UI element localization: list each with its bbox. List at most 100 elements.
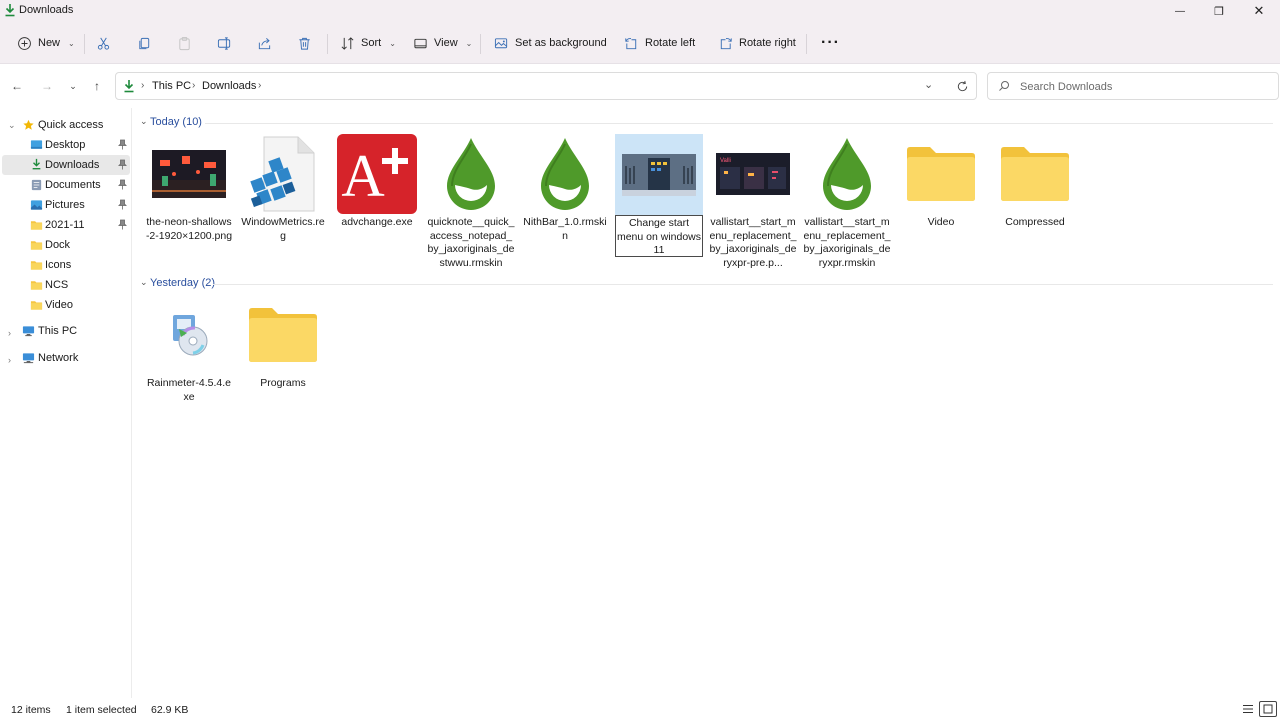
close-button[interactable]: ✕ (1239, 0, 1279, 22)
chevron-down-icon: ⌄ (389, 38, 396, 48)
folder-icon (907, 147, 975, 201)
chevron-down-icon: ⌄ (465, 38, 473, 48)
share-button[interactable] (257, 32, 272, 54)
sidebar-item-video[interactable]: Video (2, 295, 130, 315)
back-button[interactable]: ← (7, 76, 27, 96)
image-thumbnail-icon (152, 150, 226, 198)
pin-icon[interactable] (118, 179, 127, 190)
copy-button[interactable] (137, 32, 152, 54)
more-icon: ··· (821, 34, 840, 51)
file-item[interactable]: vallistart__start_menu_replacement_by_ja… (803, 134, 891, 274)
item-count: 12 items (11, 704, 51, 716)
file-thumbnail (901, 134, 981, 214)
file-item[interactable]: WindowMetrics.reg (239, 134, 327, 274)
svg-text:A: A (341, 143, 384, 209)
group-label: Yesterday (2) (150, 277, 216, 289)
address-bar[interactable]: › This PC › Downloads › ⌄ (115, 72, 977, 100)
more-options-button[interactable]: ··· (821, 32, 840, 54)
large-icons-view-button[interactable] (1259, 701, 1277, 717)
file-name: vallistart__start_menu_replacement_by_ja… (709, 216, 797, 269)
rotate-right-button[interactable]: Rotate right (718, 32, 796, 54)
pin-icon[interactable] (118, 199, 127, 210)
sidebar-item-ncs[interactable]: NCS (2, 275, 130, 295)
arrow-up-icon: ↑ (94, 79, 100, 93)
arrow-right-icon: → (41, 79, 53, 93)
group-header-today[interactable]: ⌄ Today (10) (133, 115, 1273, 131)
address-dropdown-button[interactable]: ⌄ (924, 78, 933, 91)
breadcrumb-downloads[interactable]: Downloads (202, 80, 256, 92)
sidebar-item-documents[interactable]: Documents (2, 175, 130, 195)
sidebar-item-downloads[interactable]: Downloads (2, 155, 130, 175)
breadcrumb-this-pc[interactable]: This PC (152, 80, 191, 92)
desktop-icon (30, 140, 43, 149)
file-item[interactable]: Compressed (991, 134, 1079, 274)
sidebar-item-2021-11[interactable]: 2021-11 (2, 215, 130, 235)
pin-icon[interactable] (118, 159, 127, 170)
group-label: Today (10) (150, 116, 202, 128)
sidebar-item-network[interactable]: Network (2, 348, 130, 368)
sort-button[interactable]: Sort ⌄ (340, 32, 396, 54)
plus-circle-icon (18, 36, 31, 50)
group-header-yesterday[interactable]: ⌄ Yesterday (2) (133, 276, 1273, 292)
file-name: advchange.exe (341, 216, 413, 228)
rainmeter-drop-icon (447, 138, 495, 210)
chevron-down-icon: ⌄ (69, 80, 77, 91)
minimize-button[interactable]: — (1160, 0, 1200, 22)
pin-icon[interactable] (118, 219, 127, 230)
sidebar-item-quick-access[interactable]: Quick access (2, 115, 130, 135)
cut-button[interactable] (96, 32, 111, 54)
sidebar-item-desktop[interactable]: Desktop (2, 135, 130, 155)
file-item[interactable]: Programs (239, 295, 327, 435)
file-thumbnail (525, 134, 605, 214)
file-item[interactable]: Rainmeter-4.5.4.exe (145, 295, 233, 435)
rotate-left-button[interactable]: Rotate left (624, 32, 695, 54)
sidebar-item-label: Quick access (38, 119, 104, 131)
trash-icon (299, 37, 310, 50)
sidebar-item-label: 2021-11 (45, 219, 85, 231)
file-item[interactable]: Video (897, 134, 985, 274)
close-icon: ✕ (1253, 3, 1265, 18)
paste-button[interactable] (177, 32, 192, 54)
chevron-down-icon: ⌄ (68, 38, 75, 48)
file-item[interactable]: Change start menu on windows 11 (615, 134, 703, 274)
maximize-icon: ❐ (1214, 5, 1224, 18)
sidebar-item-label: This PC (38, 325, 78, 337)
sidebar-item-dock[interactable]: Dock (2, 235, 130, 255)
new-button[interactable]: New ⌄ (17, 32, 75, 54)
rainmeter-drop-icon (823, 138, 871, 210)
maximize-button[interactable]: ❐ (1199, 0, 1239, 22)
sidebar-item-label: Video (45, 299, 73, 311)
rainmeter-drop-icon (541, 138, 589, 210)
file-item[interactable]: Valli vallistart__start_menu_replacement_… (709, 134, 797, 274)
new-label: New (38, 37, 61, 49)
rename-button[interactable] (217, 32, 232, 54)
sidebar-item-pictures[interactable]: Pictures (2, 195, 130, 215)
forward-button[interactable]: → (37, 76, 57, 96)
file-item[interactable]: Aadvchange.exe (333, 134, 421, 274)
chevron-down-icon: ⌄ (140, 277, 148, 287)
file-item[interactable]: quicknote__quick_access_notepad_by_jaxor… (427, 134, 515, 274)
sidebar-item-this-pc[interactable]: This PC (2, 321, 130, 341)
set-as-background-button[interactable]: Set as background (494, 32, 607, 54)
pictures-icon (30, 200, 43, 210)
refresh-icon[interactable] (956, 80, 969, 93)
up-button[interactable]: ↑ (87, 76, 107, 96)
file-name: Video (927, 216, 955, 228)
file-item[interactable]: the-neon-shallows-2-1920×1200.png (145, 134, 233, 274)
sidebar-item-icons[interactable]: Icons (2, 255, 130, 275)
file-item[interactable]: NithBar_1.0.rmskin (521, 134, 609, 274)
pin-icon[interactable] (118, 139, 127, 150)
breadcrumb-separator-icon: › (258, 80, 262, 91)
delete-button[interactable] (297, 32, 312, 54)
search-input[interactable] (1020, 78, 1270, 96)
tiles-icon (1263, 704, 1273, 714)
download-arrow-icon (124, 80, 134, 93)
details-view-button[interactable] (1239, 701, 1257, 717)
view-button[interactable]: View ⌄ (413, 32, 472, 54)
sidebar-item-label: Downloads (45, 159, 100, 171)
rename-input[interactable]: Change start menu on windows 11 (615, 215, 703, 257)
file-thumbnail (149, 295, 229, 375)
advchange-app-icon: A (337, 134, 417, 214)
sidebar-item-label: Desktop (45, 139, 86, 151)
recent-locations-button[interactable]: ⌄ (63, 76, 83, 96)
